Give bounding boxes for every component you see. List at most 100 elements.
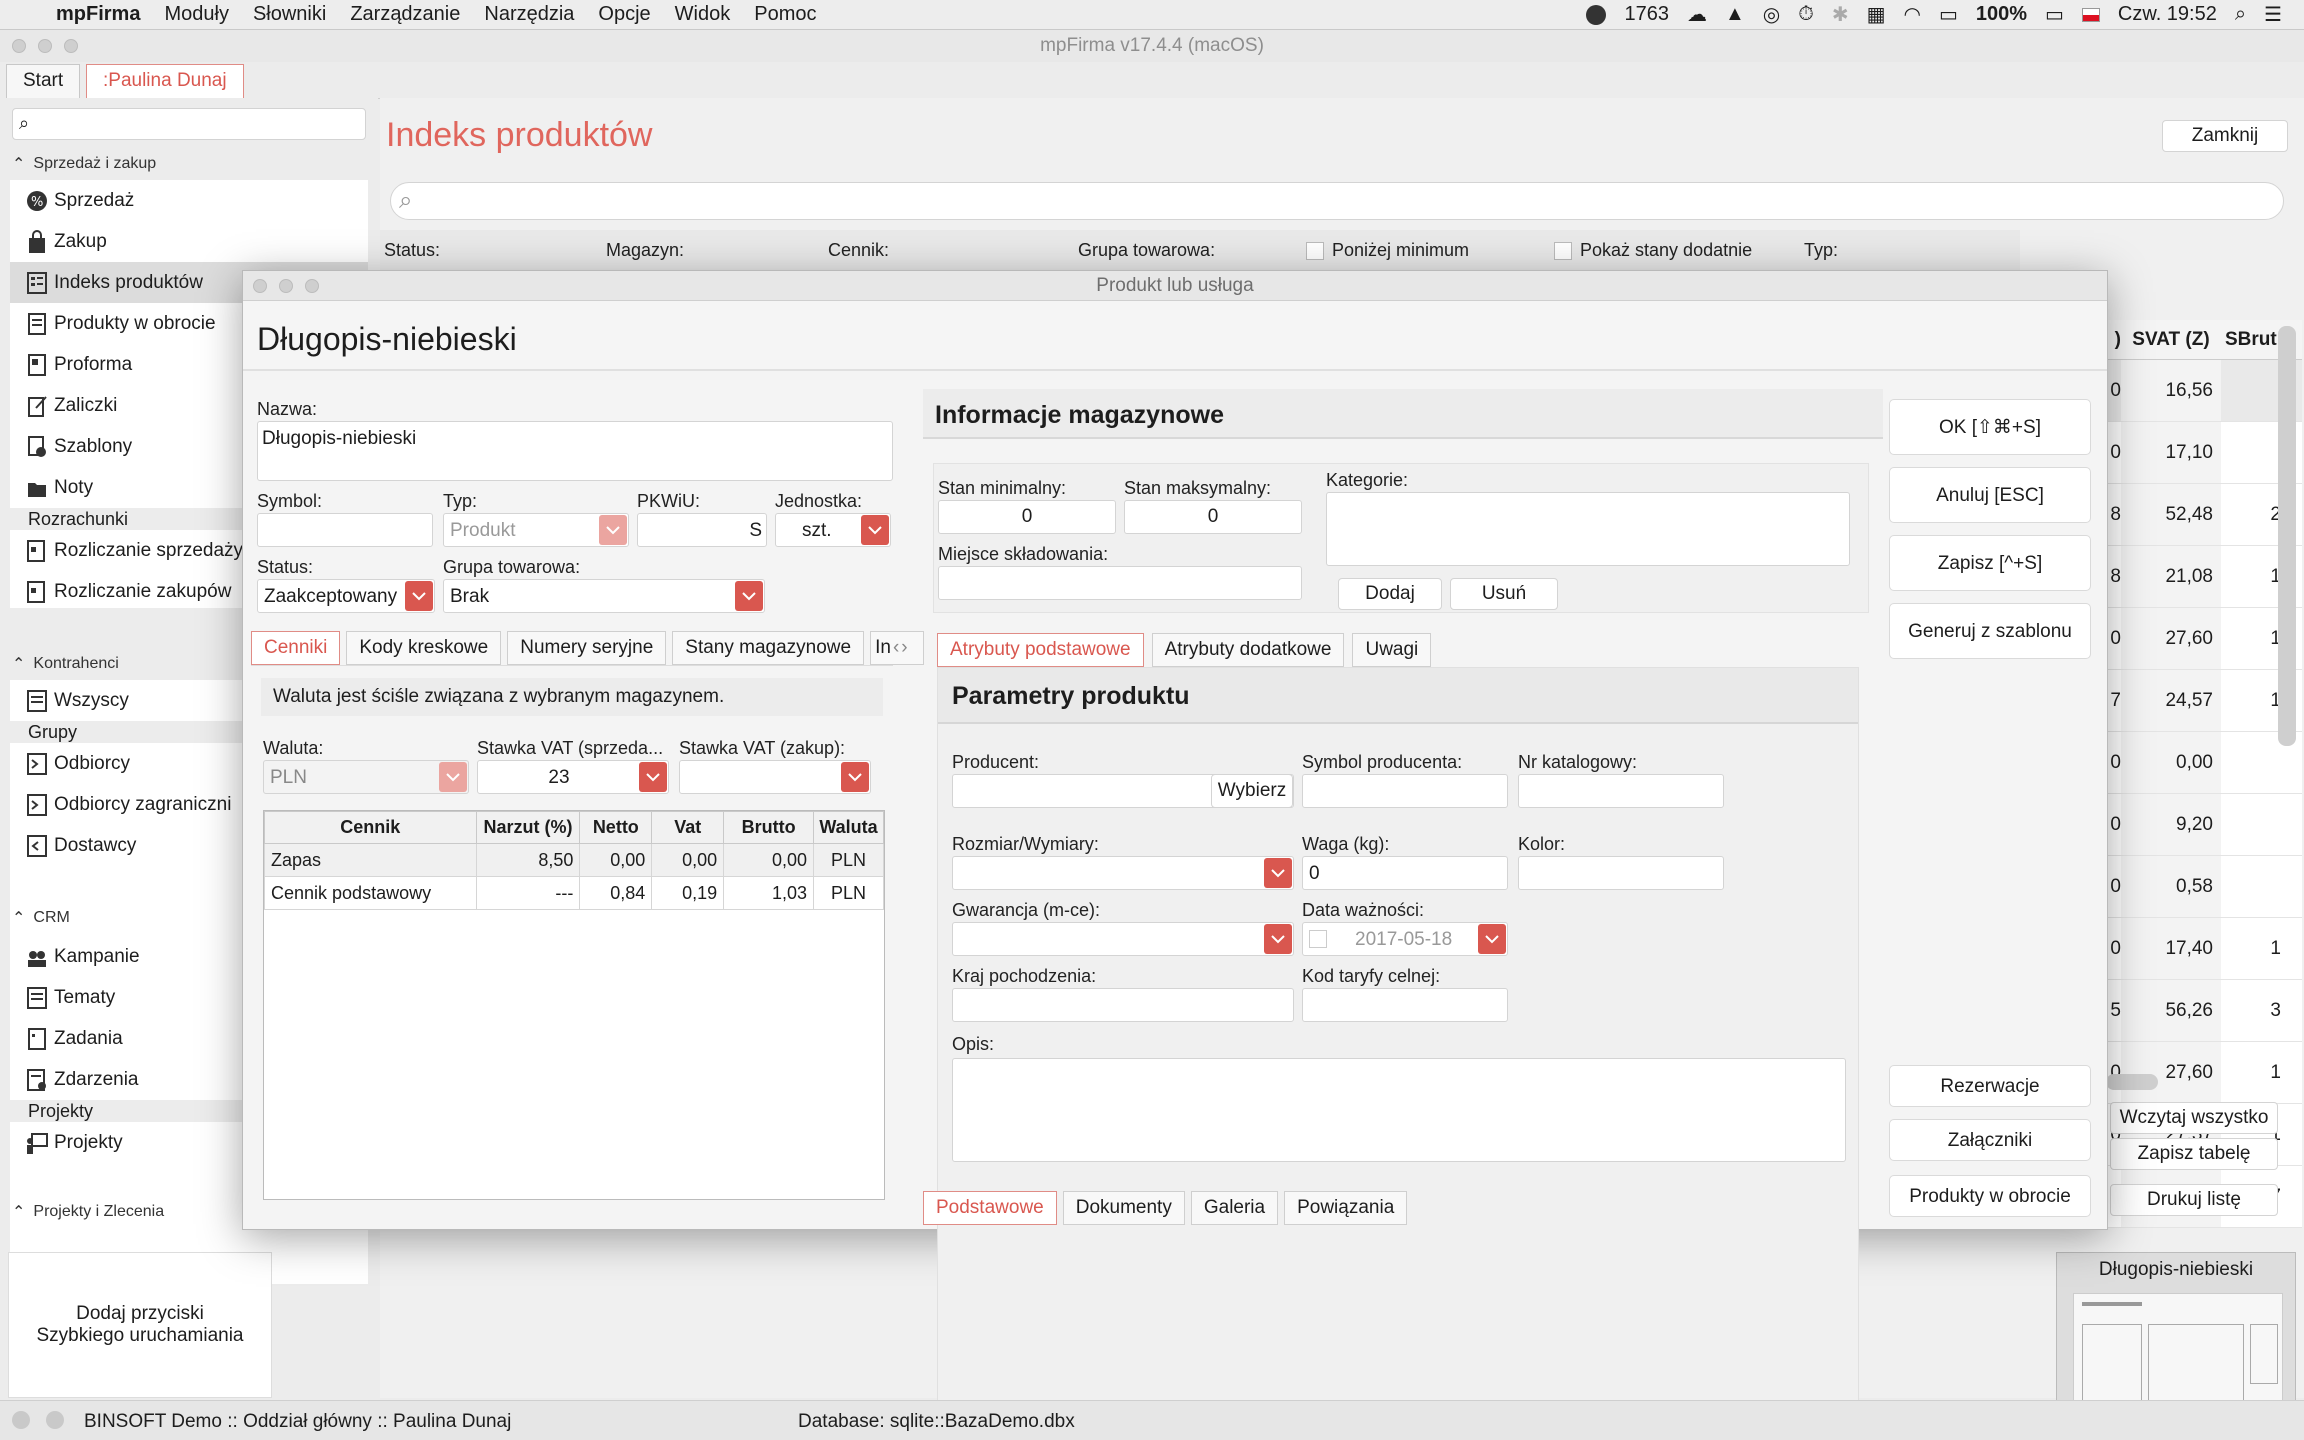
close-window-icon[interactable] [12,39,26,53]
sidebar-item-zakup[interactable]: Zakup [10,221,368,262]
menu-zarzadzanie[interactable]: Zarządzanie [350,3,460,26]
description-input[interactable] [952,1058,1846,1162]
tab-kody-kreskowe[interactable]: Kody kreskowe [346,631,502,665]
tab-uwagi[interactable]: Uwagi [1352,633,1432,667]
menu-narzedzia[interactable]: Narzędzia [484,3,574,26]
name-input[interactable]: Długopis-niebieski [257,421,893,481]
tab-galeria[interactable]: Galeria [1190,1191,1279,1225]
producer-symbol-input[interactable] [1302,774,1508,808]
table-row[interactable]: 0 16,56 [2107,360,2302,422]
sidebar-item-sprzedaz[interactable]: % Sprzedaż [10,180,368,221]
currency-select[interactable]: PLN [263,760,469,794]
table-row[interactable]: 0 0,58 [2107,856,2302,918]
table-row[interactable]: 0 27,60 1 [2107,608,2302,670]
tab-start[interactable]: Start [6,64,81,98]
expiry-checkbox[interactable] [1309,930,1327,948]
tab-user[interactable]: :Paulina Dunaj [86,64,244,98]
show-positive-checkbox[interactable] [1554,242,1572,260]
catalog-no-input[interactable] [1518,774,1724,808]
print-list-button[interactable]: Drukuj listę [2110,1184,2278,1216]
tariff-input[interactable] [1302,988,1508,1022]
unit-select[interactable]: szt. [775,513,891,547]
type-select[interactable]: Produkt [443,513,629,547]
origin-input[interactable] [952,988,1294,1022]
table-row[interactable]: 5 56,26 3 [2107,980,2302,1042]
col-brutto[interactable]: Brutto [723,811,814,844]
menu-app-name[interactable]: mpFirma [56,3,140,26]
close-button[interactable]: Zamknij [2162,120,2288,152]
table-row[interactable]: Cennik podstawowy --- 0,84 0,19 1,03 PLN [264,876,884,910]
table-row[interactable]: 8 52,48 2 [2107,484,2302,546]
categories-list[interactable] [1326,492,1850,566]
table-row[interactable]: 0 17,40 1 [2107,918,2302,980]
section-header-contractors[interactable]: ⌃ Kontrahenci [12,654,119,674]
close-window-icon[interactable] [253,279,267,293]
bluetooth-icon[interactable]: ✱ [1832,2,1849,27]
col-netto[interactable]: Netto [579,811,653,844]
products-in-circulation-button[interactable]: Produkty w obrocie [1889,1175,2091,1217]
section-header-crm[interactable]: ⌃ CRM [12,908,70,928]
products-table[interactable]: ) SVAT (Z) SBrut 0 16,56 0 17,10 8 52,48 2 8 21,… [2106,320,2302,1228]
tab-numery-seryjne[interactable]: Numery seryjne [507,631,667,665]
color-input[interactable] [1518,856,1724,890]
tab-atrybuty-podstawowe[interactable]: Atrybuty podstawowe [937,633,1144,667]
flag-icon[interactable] [2081,7,2100,22]
quicklaunch-area[interactable]: Dodaj przyciski Szybkiego uruchamiania [8,1252,272,1398]
menu-moduly[interactable]: Moduły [164,3,228,26]
cloud-icon[interactable]: ☁ [1687,2,1707,27]
section-header-sales[interactable]: ⌃ Sprzedaż i zakup [12,154,156,174]
producer-input[interactable]: Wybierz [952,774,1294,808]
expiry-date-select[interactable]: 2017-05-18 [1302,922,1508,956]
tab-atrybuty-dodatkowe[interactable]: Atrybuty dodatkowe [1151,633,1345,667]
table-row[interactable]: 8 21,08 1 [2107,546,2302,608]
table-row[interactable]: Zapas 8,50 0,00 0,00 0,00 PLN [264,843,884,877]
table-row[interactable]: 7 24,57 1 [2107,670,2302,732]
chevron-left-icon[interactable]: ‹ [893,632,899,664]
storage-input[interactable] [938,566,1302,600]
sidebar-search-input[interactable]: ⌕ [12,108,366,140]
reservations-button[interactable]: Rezerwacje [1889,1065,2091,1107]
attachments-button[interactable]: Załączniki [1889,1119,2091,1161]
below-min-checkbox[interactable] [1306,242,1324,260]
symbol-input[interactable] [257,513,433,547]
vat-sale-select[interactable]: 23 [477,760,669,794]
pkwiu-input[interactable]: S [637,513,767,547]
remove-category-button[interactable]: Usuń [1450,578,1558,610]
minimize-window-icon[interactable] [38,39,52,53]
notification-badge-icon[interactable] [1586,4,1607,25]
zoom-window-icon[interactable] [305,279,319,293]
col-vat[interactable]: Vat [651,811,725,844]
add-category-button[interactable]: Dodaj [1338,578,1442,610]
clock-icon[interactable]: ⏱ [1798,3,1814,26]
menu-opcje[interactable]: Opcje [598,3,650,26]
choose-producer-button[interactable]: Wybierz [1211,774,1293,808]
tab-powiazania[interactable]: Powiązania [1284,1191,1408,1225]
save-button[interactable]: Zapisz [^+S] [1889,535,2091,591]
list-icon[interactable]: ☰ [2264,2,2282,27]
datetime[interactable]: Czw. 19:52 [2118,3,2217,26]
menu-widok[interactable]: Widok [675,3,731,26]
pkwiu-suffix[interactable]: S [749,520,762,542]
vertical-scrollbar[interactable] [2278,326,2296,746]
section-header-projects[interactable]: ⌃ Projekty i Zlecenia [12,1202,164,1222]
table-row[interactable]: 0 0,00 [2107,732,2302,794]
vat-buy-select[interactable] [679,760,871,794]
chevron-right-icon[interactable]: › [901,632,907,664]
memory-icon[interactable]: ▦ [1867,2,1886,27]
stock-min-input[interactable]: 0 [938,500,1116,534]
stock-max-input[interactable]: 0 [1124,500,1302,534]
weight-input[interactable]: 0 [1302,856,1508,890]
group-select[interactable]: Brak [443,579,765,613]
col-waluta[interactable]: Waluta [813,811,884,844]
horizontal-scrollbar[interactable] [2106,1074,2158,1090]
status-select[interactable]: Zaakceptowany [257,579,435,613]
generate-from-template-button[interactable]: Generuj z szablonu [1889,603,2091,659]
menu-pomoc[interactable]: Pomoc [754,3,816,26]
main-search-input[interactable]: ⌕ [390,182,2284,220]
table-row[interactable]: 0 9,20 [2107,794,2302,856]
tab-overflow[interactable]: In ‹ › [870,631,925,665]
ok-button[interactable]: OK [⇧⌘+S] [1889,399,2091,455]
warranty-select[interactable] [952,922,1294,956]
wifi-icon[interactable]: ◠ [1903,2,1920,27]
tab-dokumenty[interactable]: Dokumenty [1062,1191,1185,1225]
